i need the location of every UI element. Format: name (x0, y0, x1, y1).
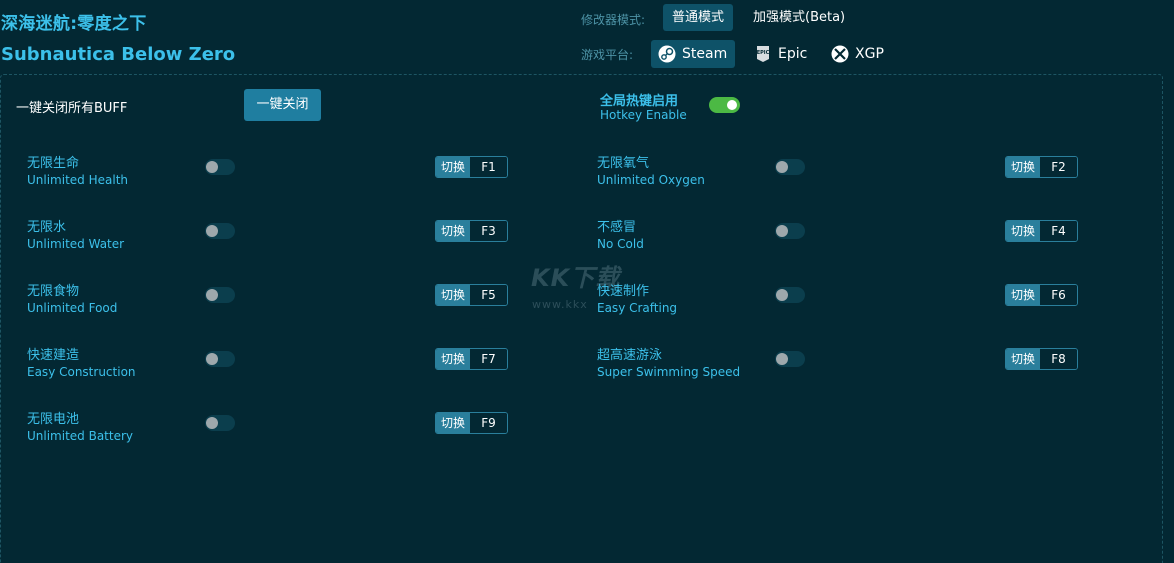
feature-name-en: Easy Construction (27, 365, 136, 379)
hotkey-key: F3 (470, 221, 507, 241)
feature-name-cn: 快速建造 (27, 348, 80, 363)
feature-unlimited-battery: 无限电池 Unlimited Battery (27, 408, 133, 443)
platform-epic-button[interactable]: EPIC Epic (747, 40, 815, 68)
feature-name-en: Easy Crafting (597, 301, 678, 315)
no-cold-hotkey[interactable]: 切换 F4 (1005, 220, 1078, 242)
feature-unlimited-food: 无限食物 Unlimited Food (27, 280, 117, 315)
toggle-knob (776, 161, 788, 173)
hotkey-key: F7 (470, 349, 507, 369)
unlimited-battery-hotkey[interactable]: 切换 F9 (435, 412, 508, 434)
toggle-knob (727, 100, 737, 110)
hotkey-key: F5 (470, 285, 507, 305)
feature-name-en: Unlimited Health (27, 173, 129, 187)
unlimited-health-hotkey[interactable]: 切换 F1 (435, 156, 508, 178)
epic-icon: EPIC (757, 46, 770, 62)
watermark-url: www.kkx (532, 298, 588, 311)
platform-steam-label: Steam (682, 46, 728, 62)
trainer-window: 深海迷航:零度之下 Subnautica Below Zero 修改器模式: 普… (0, 0, 1174, 563)
hotkey-enable-label-en: Hotkey Enable (600, 108, 687, 122)
unlimited-health-toggle[interactable] (205, 159, 235, 175)
hotkey-key: F1 (470, 157, 507, 177)
feature-name-cn: 不感冒 (597, 220, 637, 235)
switch-label: 切换 (436, 349, 470, 369)
unlimited-water-toggle[interactable] (205, 223, 235, 239)
toggle-knob (206, 353, 218, 365)
feature-name-cn: 超高速游泳 (597, 348, 663, 363)
hotkey-key: F6 (1040, 285, 1077, 305)
feature-no-cold: 不感冒 No Cold (597, 216, 644, 251)
hotkey-enable-toggle[interactable] (709, 97, 740, 113)
super-swimming-speed-toggle[interactable] (775, 351, 805, 367)
hotkey-key: F2 (1040, 157, 1077, 177)
hotkey-key: F8 (1040, 349, 1077, 369)
easy-construction-hotkey[interactable]: 切换 F7 (435, 348, 508, 370)
enhanced-mode-button[interactable]: 加强模式(Beta) (744, 4, 854, 31)
feature-easy-construction: 快速建造 Easy Construction (27, 344, 136, 379)
easy-construction-toggle[interactable] (205, 351, 235, 367)
switch-label: 切换 (436, 221, 470, 241)
normal-mode-button[interactable]: 普通模式 (663, 4, 734, 31)
feature-name-en: Unlimited Food (27, 301, 118, 315)
feature-name-cn: 无限氧气 (597, 156, 650, 171)
toggle-knob (206, 417, 218, 429)
toggle-knob (206, 289, 218, 301)
switch-label: 切换 (436, 157, 470, 177)
switch-label: 切换 (1006, 349, 1040, 369)
toggle-knob (776, 289, 788, 301)
platform-label: 游戏平台: (581, 48, 634, 62)
feature-name-en: Super Swimming Speed (597, 365, 741, 379)
feature-super-swimming-speed: 超高速游泳 Super Swimming Speed (597, 344, 740, 379)
hotkey-key: F9 (470, 413, 507, 433)
unlimited-food-hotkey[interactable]: 切换 F5 (435, 284, 508, 306)
switch-label: 切换 (436, 413, 470, 433)
unlimited-food-toggle[interactable] (205, 287, 235, 303)
easy-crafting-hotkey[interactable]: 切换 F6 (1005, 284, 1078, 306)
svg-text:EPIC: EPIC (757, 50, 770, 56)
feature-unlimited-oxygen: 无限氧气 Unlimited Oxygen (597, 152, 705, 187)
switch-label: 切换 (1006, 157, 1040, 177)
feature-name-cn: 无限水 (27, 220, 67, 235)
unlimited-battery-toggle[interactable] (205, 415, 235, 431)
kill-all-button[interactable]: 一键关闭 (244, 89, 321, 121)
toggle-knob (206, 225, 218, 237)
toggle-knob (776, 353, 788, 365)
unlimited-water-hotkey[interactable]: 切换 F3 (435, 220, 508, 242)
feature-name-cn: 快速制作 (597, 284, 650, 299)
switch-label: 切换 (1006, 221, 1040, 241)
feature-name-en: Unlimited Battery (27, 429, 134, 443)
feature-unlimited-health: 无限生命 Unlimited Health (27, 152, 128, 187)
kill-all-label: 一键关闭所有BUFF (16, 101, 128, 116)
steam-icon (658, 45, 676, 63)
switch-label: 切换 (436, 285, 470, 305)
platform-xgp-button[interactable]: XGP (824, 40, 892, 68)
feature-easy-crafting: 快速制作 Easy Crafting (597, 280, 677, 315)
switch-label: 切换 (1006, 285, 1040, 305)
feature-name-cn: 无限食物 (27, 284, 80, 299)
platform-steam-button[interactable]: Steam (651, 40, 736, 68)
game-title-en: Subnautica Below Zero (1, 44, 236, 65)
super-swimming-speed-hotkey[interactable]: 切换 F8 (1005, 348, 1078, 370)
xbox-icon (831, 45, 849, 63)
toggle-knob (206, 161, 218, 173)
platform-epic-label: Epic (778, 46, 808, 62)
feature-unlimited-water: 无限水 Unlimited Water (27, 216, 124, 251)
feature-name-en: Unlimited Water (27, 237, 125, 251)
unlimited-oxygen-hotkey[interactable]: 切换 F2 (1005, 156, 1078, 178)
hotkey-key: F4 (1040, 221, 1077, 241)
no-cold-toggle[interactable] (775, 223, 805, 239)
mode-label: 修改器模式: (581, 13, 646, 27)
feature-name-en: Unlimited Oxygen (597, 173, 705, 187)
unlimited-oxygen-toggle[interactable] (775, 159, 805, 175)
cheat-panel (0, 74, 1163, 563)
game-title-cn: 深海迷航:零度之下 (1, 14, 147, 34)
toggle-knob (776, 225, 788, 237)
hotkey-enable-label-cn: 全局热键启用 (600, 94, 679, 109)
feature-name-en: No Cold (597, 237, 644, 251)
platform-xgp-label: XGP (855, 46, 884, 62)
easy-crafting-toggle[interactable] (775, 287, 805, 303)
feature-name-cn: 无限生命 (27, 156, 80, 171)
feature-name-cn: 无限电池 (27, 412, 80, 427)
